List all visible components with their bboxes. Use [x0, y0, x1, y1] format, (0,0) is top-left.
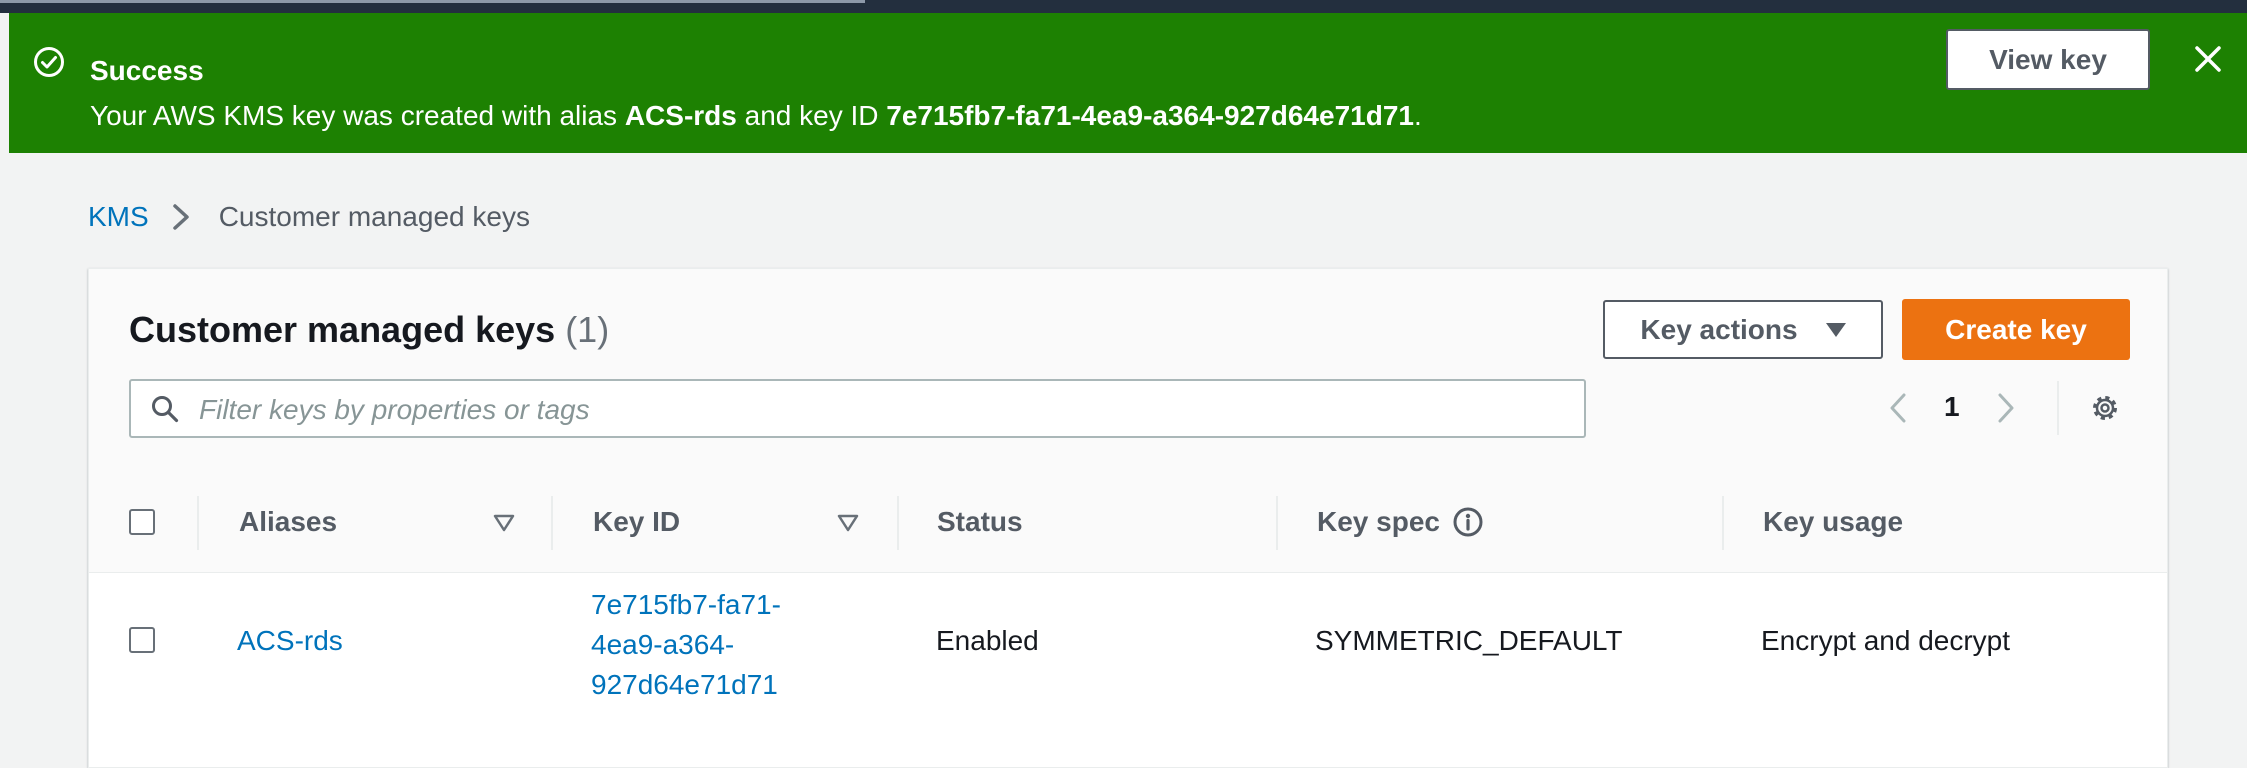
breadcrumb: KMS Customer managed keys — [88, 197, 530, 237]
column-header-status: Status — [937, 506, 1023, 537]
select-all-checkbox[interactable] — [129, 509, 155, 535]
filter-keys-field[interactable] — [129, 379, 1586, 438]
flash-message-mid: and key ID — [736, 100, 887, 131]
table-column-headers: Aliases Key ID Status Key spec Key usage — [89, 472, 2167, 573]
column-divider — [197, 496, 199, 550]
sort-down-icon[interactable] — [837, 514, 859, 532]
key-id-link[interactable]: 7e715fb7-fa71- 4ea9-a364- 927d64e71d71 — [591, 585, 781, 705]
current-page-number[interactable]: 1 — [1944, 391, 1960, 423]
flash-alias: ACS-rds — [624, 100, 737, 131]
column-header-key-usage: Key usage — [1763, 506, 1904, 537]
success-flash-banner: Success Your AWS KMS key was created wit… — [9, 13, 2247, 153]
success-check-icon — [34, 47, 64, 77]
create-key-button[interactable]: Create key — [1902, 299, 2130, 360]
breadcrumb-kms-link[interactable]: KMS — [88, 201, 149, 233]
search-icon — [152, 396, 179, 423]
alias-link[interactable]: ACS-rds — [237, 625, 343, 657]
sort-down-icon[interactable] — [493, 514, 515, 532]
filter-keys-input[interactable] — [197, 389, 1561, 431]
breadcrumb-current: Customer managed keys — [218, 201, 530, 232]
column-divider — [551, 496, 553, 550]
page-title: Customer managed keys (1) — [129, 309, 609, 351]
key-actions-label: Key actions — [1640, 313, 1798, 345]
info-icon[interactable] — [1452, 506, 1484, 538]
key-id-line: 4ea9-a364- — [591, 629, 735, 660]
chevron-right-icon — [172, 204, 189, 230]
chevron-right-icon[interactable] — [1994, 391, 2018, 425]
key-id-line: 927d64e71d71 — [591, 669, 778, 700]
column-divider — [1276, 496, 1278, 550]
column-header-key-id[interactable]: Key ID — [593, 472, 680, 572]
keys-table-panel: Customer managed keys (1) Key actions Cr… — [88, 268, 2168, 768]
key-actions-dropdown[interactable]: Key actions — [1603, 300, 1883, 359]
page-title-text: Customer managed keys — [129, 309, 556, 350]
close-icon[interactable] — [2191, 42, 2225, 76]
page-load-progress — [0, 0, 865, 3]
key-spec-value: SYMMETRIC_DEFAULT — [1315, 625, 1623, 656]
flash-message-prefix: Your AWS KMS key was created with alias — [90, 100, 625, 131]
column-divider — [1722, 496, 1724, 550]
flash-message: Your AWS KMS key was created with alias … — [90, 100, 1422, 132]
status-value: Enabled — [936, 625, 1039, 656]
key-id-line: 7e715fb7-fa71- — [591, 589, 781, 620]
chevron-left-icon[interactable] — [1886, 391, 1910, 425]
settings-gear-icon[interactable] — [2088, 391, 2122, 425]
pagination-divider — [2057, 381, 2059, 435]
keys-count: (1) — [565, 309, 610, 350]
flash-key-id: 7e715fb7-fa71-4ea9-a364-927d64e71d71 — [886, 100, 1414, 131]
column-header-key-spec: Key spec — [1317, 472, 1484, 572]
caret-down-icon — [1825, 322, 1846, 337]
view-key-button[interactable]: View key — [1946, 29, 2150, 90]
column-header-aliases[interactable]: Aliases — [239, 472, 337, 572]
flash-message-suffix: . — [1413, 100, 1422, 131]
table-header-area: Customer managed keys (1) Key actions Cr… — [89, 269, 2167, 473]
key-spec-label: Key spec — [1317, 506, 1440, 537]
flash-title: Success — [90, 55, 204, 86]
column-divider — [897, 496, 899, 550]
top-nav-bar — [0, 0, 2247, 13]
row-select-checkbox[interactable] — [129, 627, 155, 653]
key-usage-value: Encrypt and decrypt — [1761, 625, 2011, 656]
